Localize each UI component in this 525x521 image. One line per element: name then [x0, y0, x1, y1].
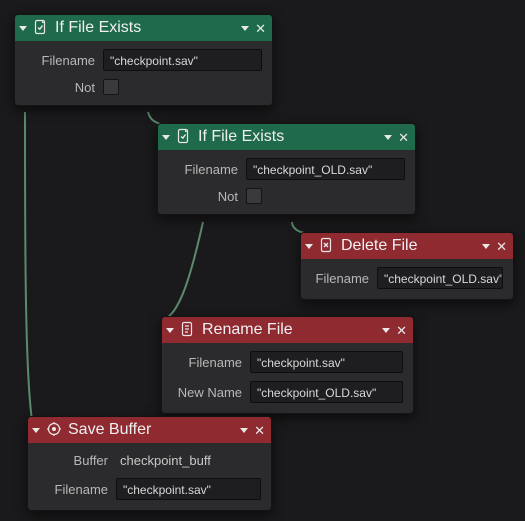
file-check-icon [176, 128, 192, 147]
field-row: Not [168, 188, 405, 204]
field-label: Filename [168, 162, 238, 177]
collapse-caret-icon[interactable] [19, 26, 27, 31]
filename-input[interactable]: "checkpoint_OLD.sav" [377, 267, 503, 289]
buffer-value[interactable]: checkpoint_buff [116, 451, 261, 470]
collapse-caret-icon[interactable] [32, 428, 40, 433]
node-if-file-exists-2[interactable]: If File Exists ✕ Filename "checkpoint_OL… [157, 123, 416, 215]
field-row: Filename "checkpoint_OLD.sav" [168, 158, 405, 180]
field-row: New Name "checkpoint_OLD.sav" [172, 381, 403, 403]
newname-input[interactable]: "checkpoint_OLD.sav" [250, 381, 403, 403]
options-caret-icon[interactable] [382, 328, 390, 333]
close-icon[interactable]: ✕ [396, 324, 407, 337]
node-body: Filename "checkpoint_OLD.sav" [301, 259, 513, 299]
options-caret-icon[interactable] [482, 244, 490, 249]
close-icon[interactable]: ✕ [254, 424, 265, 437]
not-checkbox[interactable] [103, 79, 119, 95]
field-row: Filename "checkpoint.sav" [25, 49, 262, 71]
node-header[interactable]: Rename File ✕ [162, 317, 413, 343]
node-body: Filename "checkpoint_OLD.sav" Not [158, 150, 415, 214]
node-title: If File Exists [55, 19, 237, 37]
field-label: Filename [311, 271, 369, 286]
node-delete-file[interactable]: Delete File ✕ Filename "checkpoint_OLD.s… [300, 232, 514, 300]
filename-input[interactable]: "checkpoint_OLD.sav" [246, 158, 405, 180]
node-header[interactable]: Delete File ✕ [301, 233, 513, 259]
options-caret-icon[interactable] [240, 428, 248, 433]
node-body: Filename "checkpoint.sav" Not [15, 41, 272, 105]
file-delete-icon [319, 237, 335, 256]
collapse-caret-icon[interactable] [305, 244, 313, 249]
close-icon[interactable]: ✕ [496, 240, 507, 253]
field-row: Not [25, 79, 262, 95]
field-row: Buffer checkpoint_buff [38, 451, 261, 470]
filename-input[interactable]: "checkpoint.sav" [250, 351, 403, 373]
close-icon[interactable]: ✕ [398, 131, 409, 144]
field-label: Filename [38, 482, 108, 497]
node-title: Save Buffer [68, 421, 236, 439]
file-check-icon [33, 19, 49, 38]
node-if-file-exists-1[interactable]: If File Exists ✕ Filename "checkpoint.sa… [14, 14, 273, 106]
node-header[interactable]: Save Buffer ✕ [28, 417, 271, 443]
not-checkbox[interactable] [246, 188, 262, 204]
filename-input[interactable]: "checkpoint.sav" [116, 478, 261, 500]
options-caret-icon[interactable] [384, 135, 392, 140]
node-header[interactable]: If File Exists ✕ [158, 124, 415, 150]
save-buffer-icon [46, 421, 62, 440]
file-rename-icon [180, 321, 196, 340]
node-title: Rename File [202, 321, 378, 339]
node-body: Buffer checkpoint_buff Filename "checkpo… [28, 443, 271, 510]
node-body: Filename "checkpoint.sav" New Name "chec… [162, 343, 413, 413]
node-title: If File Exists [198, 128, 380, 146]
field-label: New Name [172, 385, 242, 400]
collapse-caret-icon[interactable] [166, 328, 174, 333]
field-label: Filename [172, 355, 242, 370]
field-label: Filename [25, 53, 95, 68]
field-row: Filename "checkpoint.sav" [172, 351, 403, 373]
options-caret-icon[interactable] [241, 26, 249, 31]
node-title: Delete File [341, 237, 478, 255]
collapse-caret-icon[interactable] [162, 135, 170, 140]
field-row: Filename "checkpoint.sav" [38, 478, 261, 500]
field-label: Buffer [38, 453, 108, 468]
field-label: Not [25, 80, 95, 95]
node-rename-file[interactable]: Rename File ✕ Filename "checkpoint.sav" … [161, 316, 414, 414]
field-label: Not [168, 189, 238, 204]
node-save-buffer[interactable]: Save Buffer ✕ Buffer checkpoint_buff Fil… [27, 416, 272, 511]
close-icon[interactable]: ✕ [255, 22, 266, 35]
filename-input[interactable]: "checkpoint.sav" [103, 49, 262, 71]
field-row: Filename "checkpoint_OLD.sav" [311, 267, 503, 289]
node-header[interactable]: If File Exists ✕ [15, 15, 272, 41]
